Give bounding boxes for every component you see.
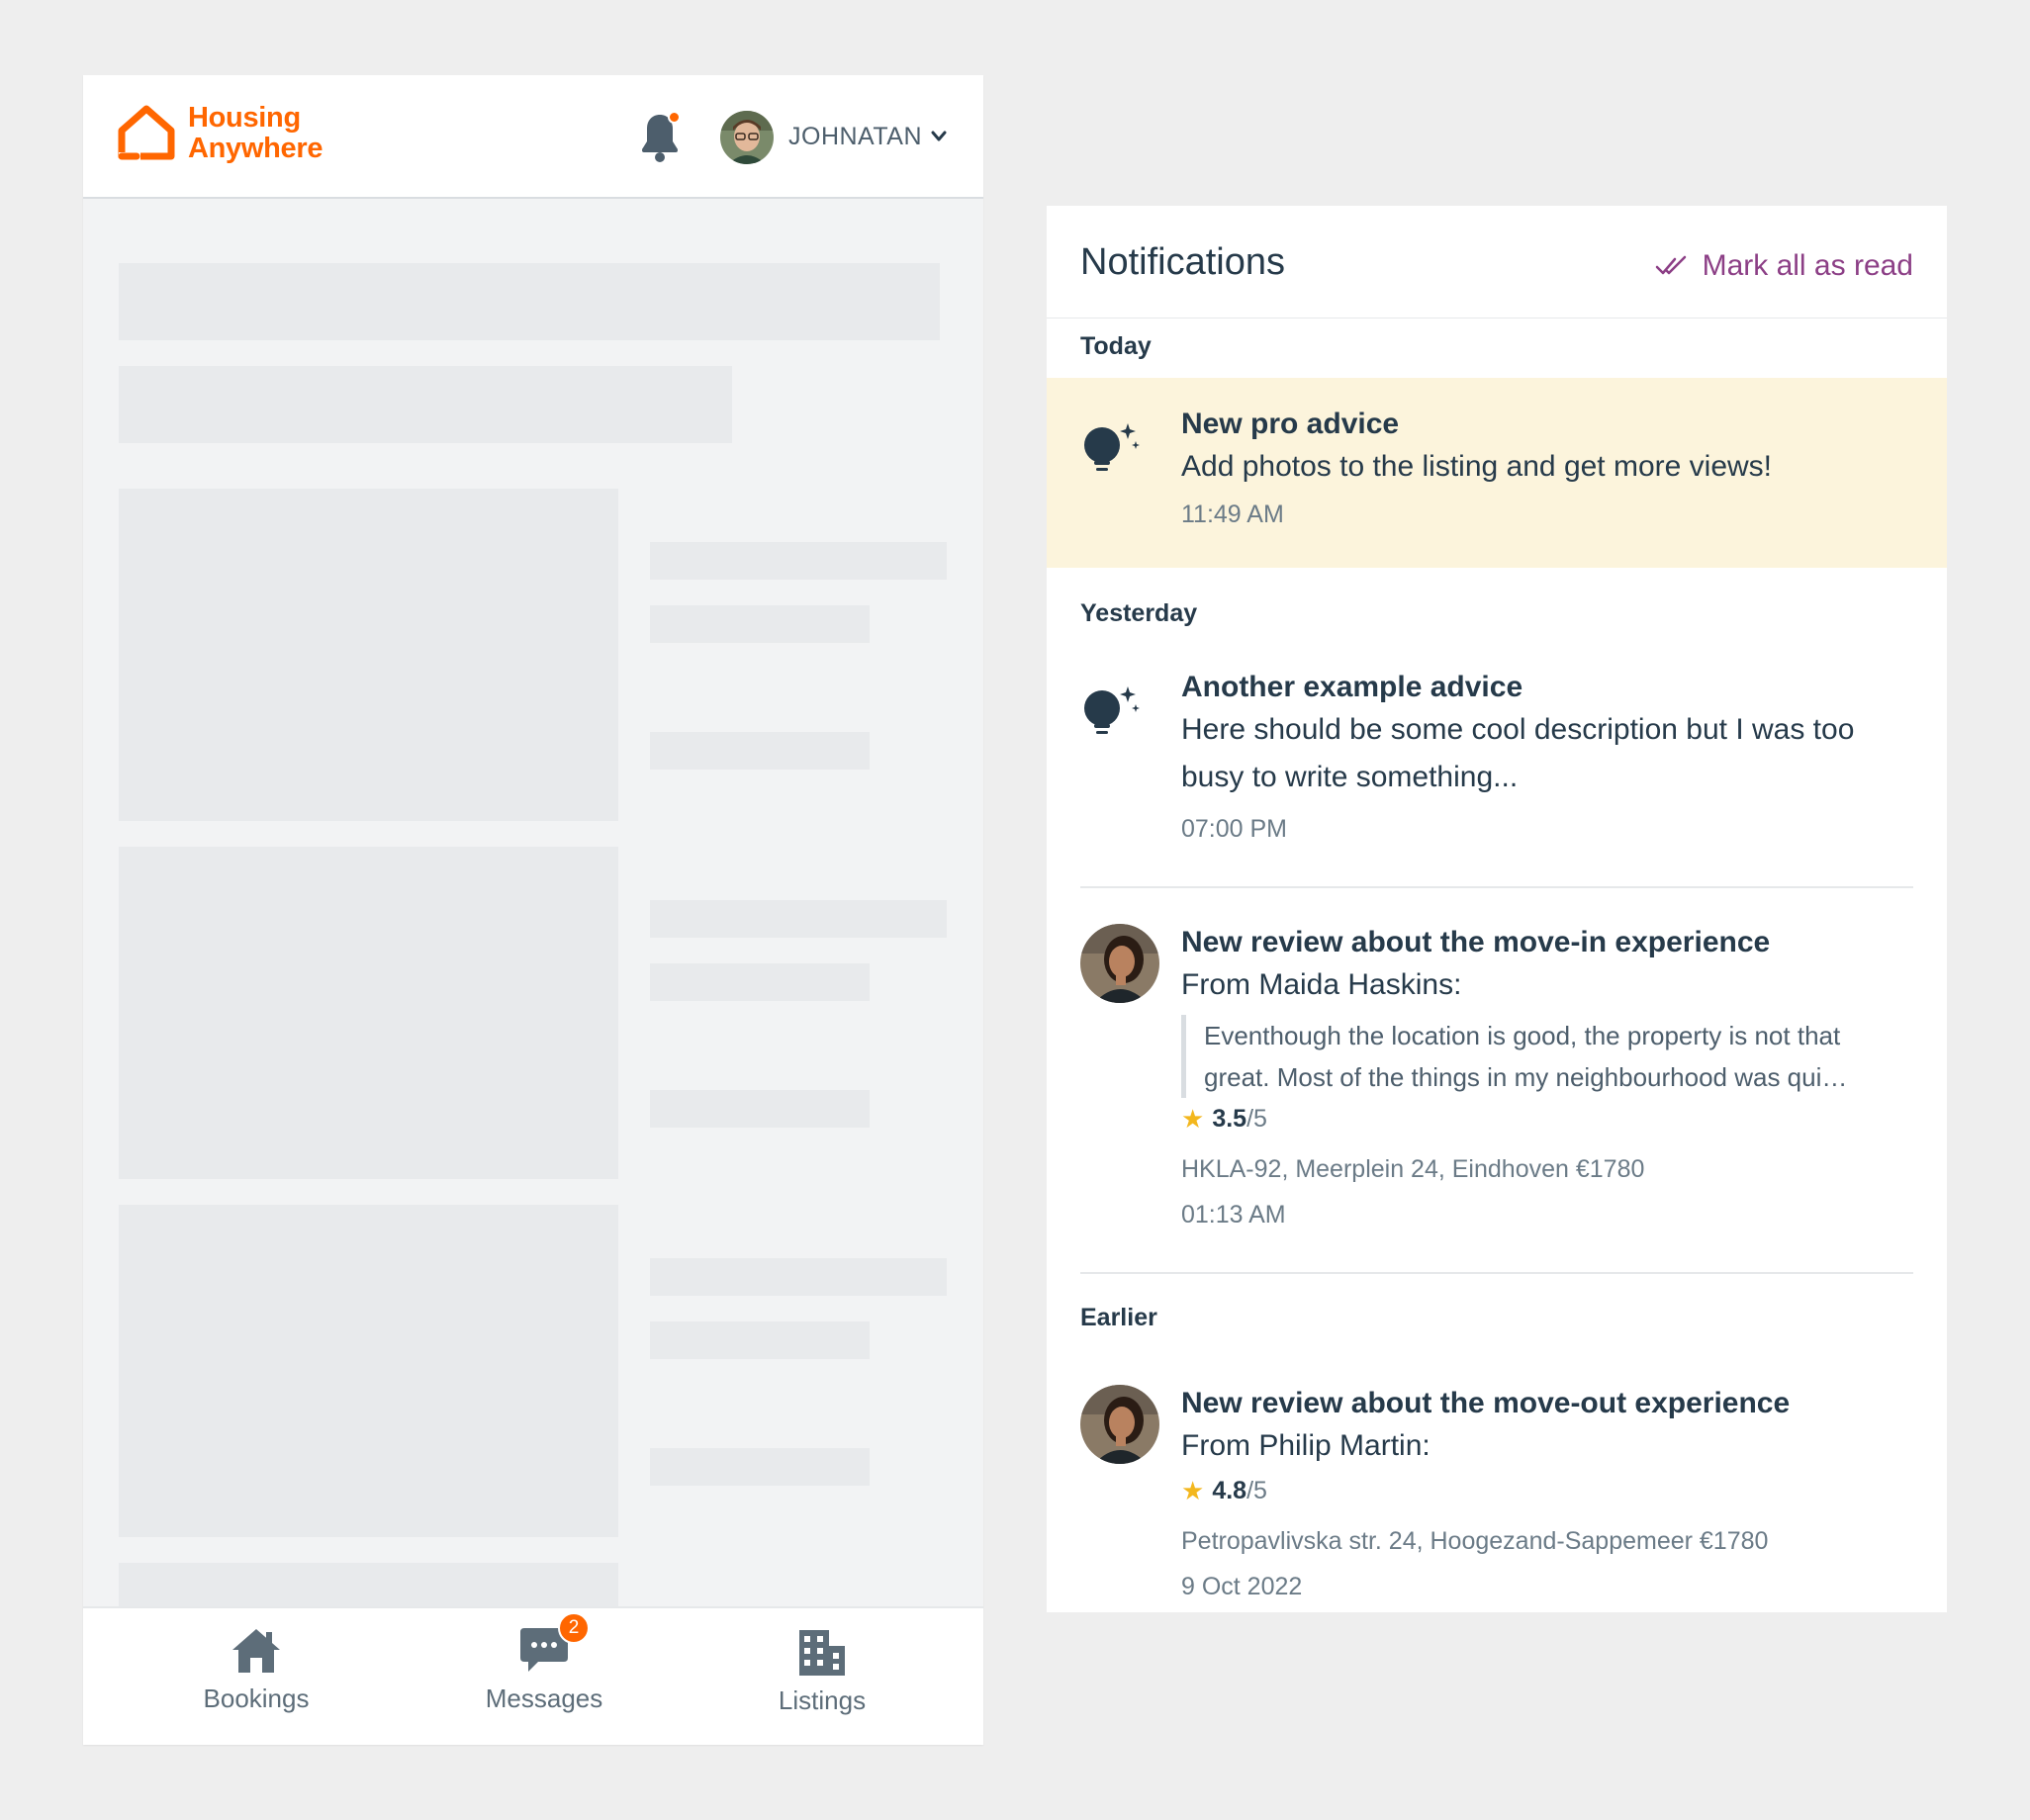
rating-max: /5 [1246,1105,1267,1133]
notification-body: From Maida Haskins: [1181,968,1462,1001]
user-photo [720,111,774,164]
skeleton-line [650,1258,947,1296]
skeleton-title [119,263,940,340]
skeleton-card-image [119,1205,618,1537]
skeleton-line [650,605,870,643]
notification-title: New pro advice [1181,408,1400,440]
top-bar: Housing Anywhere JOHNATAN [83,75,983,199]
rating-score: 4.8 [1212,1477,1247,1504]
notification-body: Here should be some cool description but… [1181,713,1855,793]
house-icon [232,1629,280,1673]
house-logo-icon [118,105,175,160]
notification-item[interactable]: Another example advice Here should be so… [1047,641,1947,868]
skeleton-card-image [119,489,618,821]
bottom-navigation: Bookings 2 Messages Listings [83,1606,983,1745]
rating-score: 3.5 [1212,1105,1247,1133]
listing-info: HKLA-92, Meerplein 24, Eindhoven €1780 [1181,1155,1645,1183]
notification-time: 9 Oct 2022 [1181,1573,1303,1600]
notifications-panel: Notifications Mark all as read Today New… [1047,206,1947,1612]
notification-item[interactable]: New review about the move-in experience … [1047,888,1947,1264]
listing-info: Petropavlivska str. 24, Hoogezand-Sappem… [1181,1527,1769,1555]
skeleton-line [650,963,870,1001]
housing-anywhere-logo[interactable]: Housing Anywhere [117,103,323,164]
nav-messages-label: Messages [485,1684,603,1713]
notification-bell-button[interactable] [639,111,687,164]
skeleton-subtitle [119,366,732,443]
lightbulb-icon [1084,686,1140,734]
skeleton-line [650,1448,870,1486]
notification-item[interactable]: New pro advice Add photos to the listing… [1047,378,1947,568]
review-rating: ★ 3.5 /5 [1181,1104,1267,1135]
double-check-icon [1655,255,1686,275]
section-yesterday: Yesterday [1080,599,1198,627]
logo-line-2: Anywhere [188,133,323,164]
user-name-label[interactable]: JOHNATAN [788,123,922,151]
review-rating: ★ 4.8 /5 [1181,1476,1267,1506]
reviewer-photo [1080,1385,1159,1464]
reviewer-avatar [1080,1385,1159,1464]
notification-item[interactable]: New review about the move-out experience… [1047,1349,1947,1612]
mark-all-as-read-button[interactable]: Mark all as read [1655,249,1913,283]
skeleton-line [650,542,947,580]
notification-time: 07:00 PM [1181,815,1288,843]
messages-count-badge: 2 [558,1612,590,1644]
logo-line-1: Housing [188,102,301,134]
unread-dot [668,111,681,124]
notification-body: From Philip Martin: [1181,1429,1430,1462]
skeleton-line [650,732,870,770]
nav-bookings-label: Bookings [203,1684,310,1713]
notification-time: 01:13 AM [1181,1201,1286,1228]
section-today: Today [1080,332,1152,360]
reviewer-avatar [1080,924,1159,1003]
lightbulb-icon [1084,423,1140,471]
divider [1080,1272,1913,1274]
star-icon: ★ [1181,1476,1205,1505]
user-avatar[interactable] [720,111,774,164]
notifications-title: Notifications [1080,241,1285,283]
notification-time: 11:49 AM [1181,500,1284,528]
nav-listings-label: Listings [778,1685,867,1715]
reviewer-photo [1080,924,1159,1003]
mobile-app-panel: Housing Anywhere JOHNATAN Bookings 2 Mes… [83,75,983,1745]
rating-max: /5 [1246,1477,1267,1504]
skeleton-card-image [119,847,618,1179]
skeleton-line [650,900,947,938]
notifications-header: Notifications Mark all as read [1047,206,1947,318]
section-earlier: Earlier [1080,1304,1157,1331]
notification-title: New review about the move-in experience [1181,926,1771,958]
notification-title: New review about the move-out experience [1181,1387,1791,1419]
mark-all-label: Mark all as read [1702,249,1913,282]
nav-listings[interactable]: Listings [723,1626,921,1716]
nav-bookings[interactable]: Bookings [157,1626,355,1714]
notification-title: Another example advice [1181,671,1523,703]
skeleton-line [650,1321,870,1359]
chevron-down-icon[interactable] [930,130,948,143]
skeleton-line [650,1090,870,1128]
review-quote: Eventhough the location is good, the pro… [1181,1015,1874,1098]
nav-messages[interactable]: 2 Messages [445,1612,643,1714]
star-icon: ★ [1181,1104,1205,1134]
notification-body: Add photos to the listing and get more v… [1181,450,1773,483]
building-icon [799,1630,845,1676]
